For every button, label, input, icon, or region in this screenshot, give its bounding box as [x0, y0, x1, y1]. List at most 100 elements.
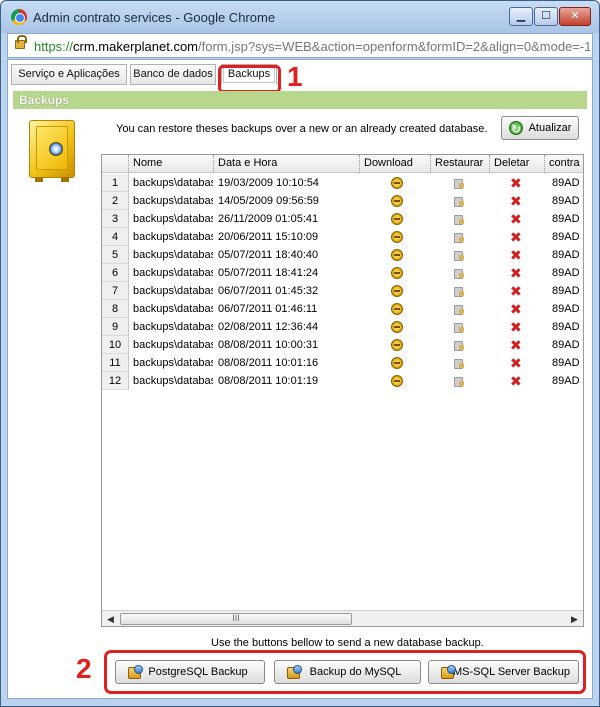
table-row[interactable]: 3 backups\databas 26/11/2009 01:05:41 ✖ 89AD — [102, 210, 583, 228]
minimize-button[interactable]: ▁ — [509, 7, 533, 26]
header-nome[interactable]: Nome — [129, 155, 214, 173]
table-row[interactable]: 8 backups\databas 06/07/2011 01:46:11 ✖ 89AD — [102, 300, 583, 318]
restore-icon[interactable] — [453, 339, 465, 351]
horizontal-scrollbar[interactable]: ◀ III ▶ — [102, 610, 583, 626]
restore-cell[interactable] — [433, 336, 488, 354]
delete-cell[interactable]: ✖ — [490, 372, 543, 390]
download-cell[interactable] — [363, 264, 431, 282]
mysql-backup-button[interactable]: Backup do MySQL — [274, 660, 421, 684]
close-button[interactable]: ✕ — [559, 7, 591, 26]
restore-cell[interactable] — [433, 282, 488, 300]
table-row[interactable]: 2 backups\databas 14/05/2009 09:56:59 ✖ 89AD — [102, 192, 583, 210]
restore-cell[interactable] — [433, 192, 488, 210]
header-contra[interactable]: contra — [545, 155, 583, 173]
restore-cell[interactable] — [433, 318, 488, 336]
delete-cell[interactable]: ✖ — [490, 300, 543, 318]
delete-x-icon[interactable]: ✖ — [510, 210, 522, 228]
delete-x-icon[interactable]: ✖ — [510, 246, 522, 264]
download-cell[interactable] — [363, 192, 431, 210]
delete-cell[interactable]: ✖ — [490, 228, 543, 246]
delete-cell[interactable]: ✖ — [490, 174, 543, 192]
restore-cell[interactable] — [433, 246, 488, 264]
download-coin-icon[interactable] — [391, 321, 403, 333]
download-cell[interactable] — [363, 336, 431, 354]
delete-x-icon[interactable]: ✖ — [510, 354, 522, 372]
restore-cell[interactable] — [433, 264, 488, 282]
table-row[interactable]: 9 backups\databas 02/08/2011 12:36:44 ✖ 89AD — [102, 318, 583, 336]
download-coin-icon[interactable] — [391, 285, 403, 297]
header-deletar[interactable]: Deletar — [490, 155, 545, 173]
url-text[interactable]: https://crm.makerplanet.com/form.jsp?sys… — [34, 39, 590, 54]
tab-servico-aplicacoes[interactable]: Serviço e Aplicações — [11, 64, 127, 85]
postgresql-backup-button[interactable]: PostgreSQL Backup — [115, 660, 265, 684]
delete-cell[interactable]: ✖ — [490, 192, 543, 210]
download-coin-icon[interactable] — [391, 357, 403, 369]
delete-x-icon[interactable]: ✖ — [510, 174, 522, 192]
download-coin-icon[interactable] — [391, 339, 403, 351]
restore-icon[interactable] — [453, 267, 465, 279]
download-cell[interactable] — [363, 246, 431, 264]
table-row[interactable]: 4 backups\databas 20/06/2011 15:10:09 ✖ 89AD — [102, 228, 583, 246]
table-row[interactable]: 7 backups\databas 06/07/2011 01:45:32 ✖ 89AD — [102, 282, 583, 300]
download-cell[interactable] — [363, 228, 431, 246]
table-row[interactable]: 1 backups\databas 19/03/2009 10:10:54 ✖ 89AD — [102, 174, 583, 192]
header-data-hora[interactable]: Data e Hora — [214, 155, 360, 173]
header-restaurar[interactable]: Restaurar — [431, 155, 490, 173]
restore-icon[interactable] — [453, 321, 465, 333]
delete-x-icon[interactable]: ✖ — [510, 300, 522, 318]
delete-x-icon[interactable]: ✖ — [510, 318, 522, 336]
download-coin-icon[interactable] — [391, 231, 403, 243]
restore-cell[interactable] — [433, 210, 488, 228]
header-download[interactable]: Download — [360, 155, 431, 173]
table-row[interactable]: 5 backups\databas 05/07/2011 18:40:40 ✖ 89AD — [102, 246, 583, 264]
scroll-left-arrow-icon[interactable]: ◀ — [102, 611, 119, 626]
restore-icon[interactable] — [453, 249, 465, 261]
scroll-thumb[interactable]: III — [120, 613, 352, 625]
table-row[interactable]: 12 backups\databas 08/08/2011 10:01:19 ✖ 89A… — [102, 372, 583, 390]
download-coin-icon[interactable] — [391, 303, 403, 315]
delete-x-icon[interactable]: ✖ — [510, 282, 522, 300]
delete-x-icon[interactable]: ✖ — [510, 372, 522, 390]
table-row[interactable]: 11 backups\databas 08/08/2011 10:01:16 ✖ 89A… — [102, 354, 583, 372]
download-cell[interactable] — [363, 372, 431, 390]
restore-cell[interactable] — [433, 174, 488, 192]
refresh-button[interactable]: Atualizar — [501, 116, 579, 140]
restore-icon[interactable] — [453, 195, 465, 207]
restore-icon[interactable] — [453, 303, 465, 315]
table-row[interactable]: 6 backups\databas 05/07/2011 18:41:24 ✖ 89AD — [102, 264, 583, 282]
download-coin-icon[interactable] — [391, 213, 403, 225]
restore-cell[interactable] — [433, 300, 488, 318]
restore-icon[interactable] — [453, 177, 465, 189]
download-coin-icon[interactable] — [391, 195, 403, 207]
delete-x-icon[interactable]: ✖ — [510, 336, 522, 354]
delete-cell[interactable]: ✖ — [490, 318, 543, 336]
delete-cell[interactable]: ✖ — [490, 210, 543, 228]
download-coin-icon[interactable] — [391, 375, 403, 387]
download-coin-icon[interactable] — [391, 249, 403, 261]
restore-icon[interactable] — [453, 375, 465, 387]
download-coin-icon[interactable] — [391, 177, 403, 189]
download-cell[interactable] — [363, 174, 431, 192]
restore-icon[interactable] — [453, 357, 465, 369]
delete-cell[interactable]: ✖ — [490, 246, 543, 264]
scroll-right-arrow-icon[interactable]: ▶ — [566, 611, 583, 626]
maximize-button[interactable]: ☐ — [534, 7, 558, 26]
delete-cell[interactable]: ✖ — [490, 336, 543, 354]
delete-cell[interactable]: ✖ — [490, 354, 543, 372]
table-row[interactable]: 10 backups\databas 08/08/2011 10:00:31 ✖ 89A… — [102, 336, 583, 354]
restore-cell[interactable] — [433, 228, 488, 246]
tab-banco-de-dados[interactable]: Banco de dados — [130, 64, 216, 85]
download-cell[interactable] — [363, 318, 431, 336]
delete-cell[interactable]: ✖ — [490, 282, 543, 300]
delete-cell[interactable]: ✖ — [490, 264, 543, 282]
delete-x-icon[interactable]: ✖ — [510, 264, 522, 282]
delete-x-icon[interactable]: ✖ — [510, 192, 522, 210]
download-cell[interactable] — [363, 300, 431, 318]
download-cell[interactable] — [363, 210, 431, 228]
download-coin-icon[interactable] — [391, 267, 403, 279]
download-cell[interactable] — [363, 354, 431, 372]
download-cell[interactable] — [363, 282, 431, 300]
delete-x-icon[interactable]: ✖ — [510, 228, 522, 246]
restore-cell[interactable] — [433, 372, 488, 390]
restore-icon[interactable] — [453, 285, 465, 297]
